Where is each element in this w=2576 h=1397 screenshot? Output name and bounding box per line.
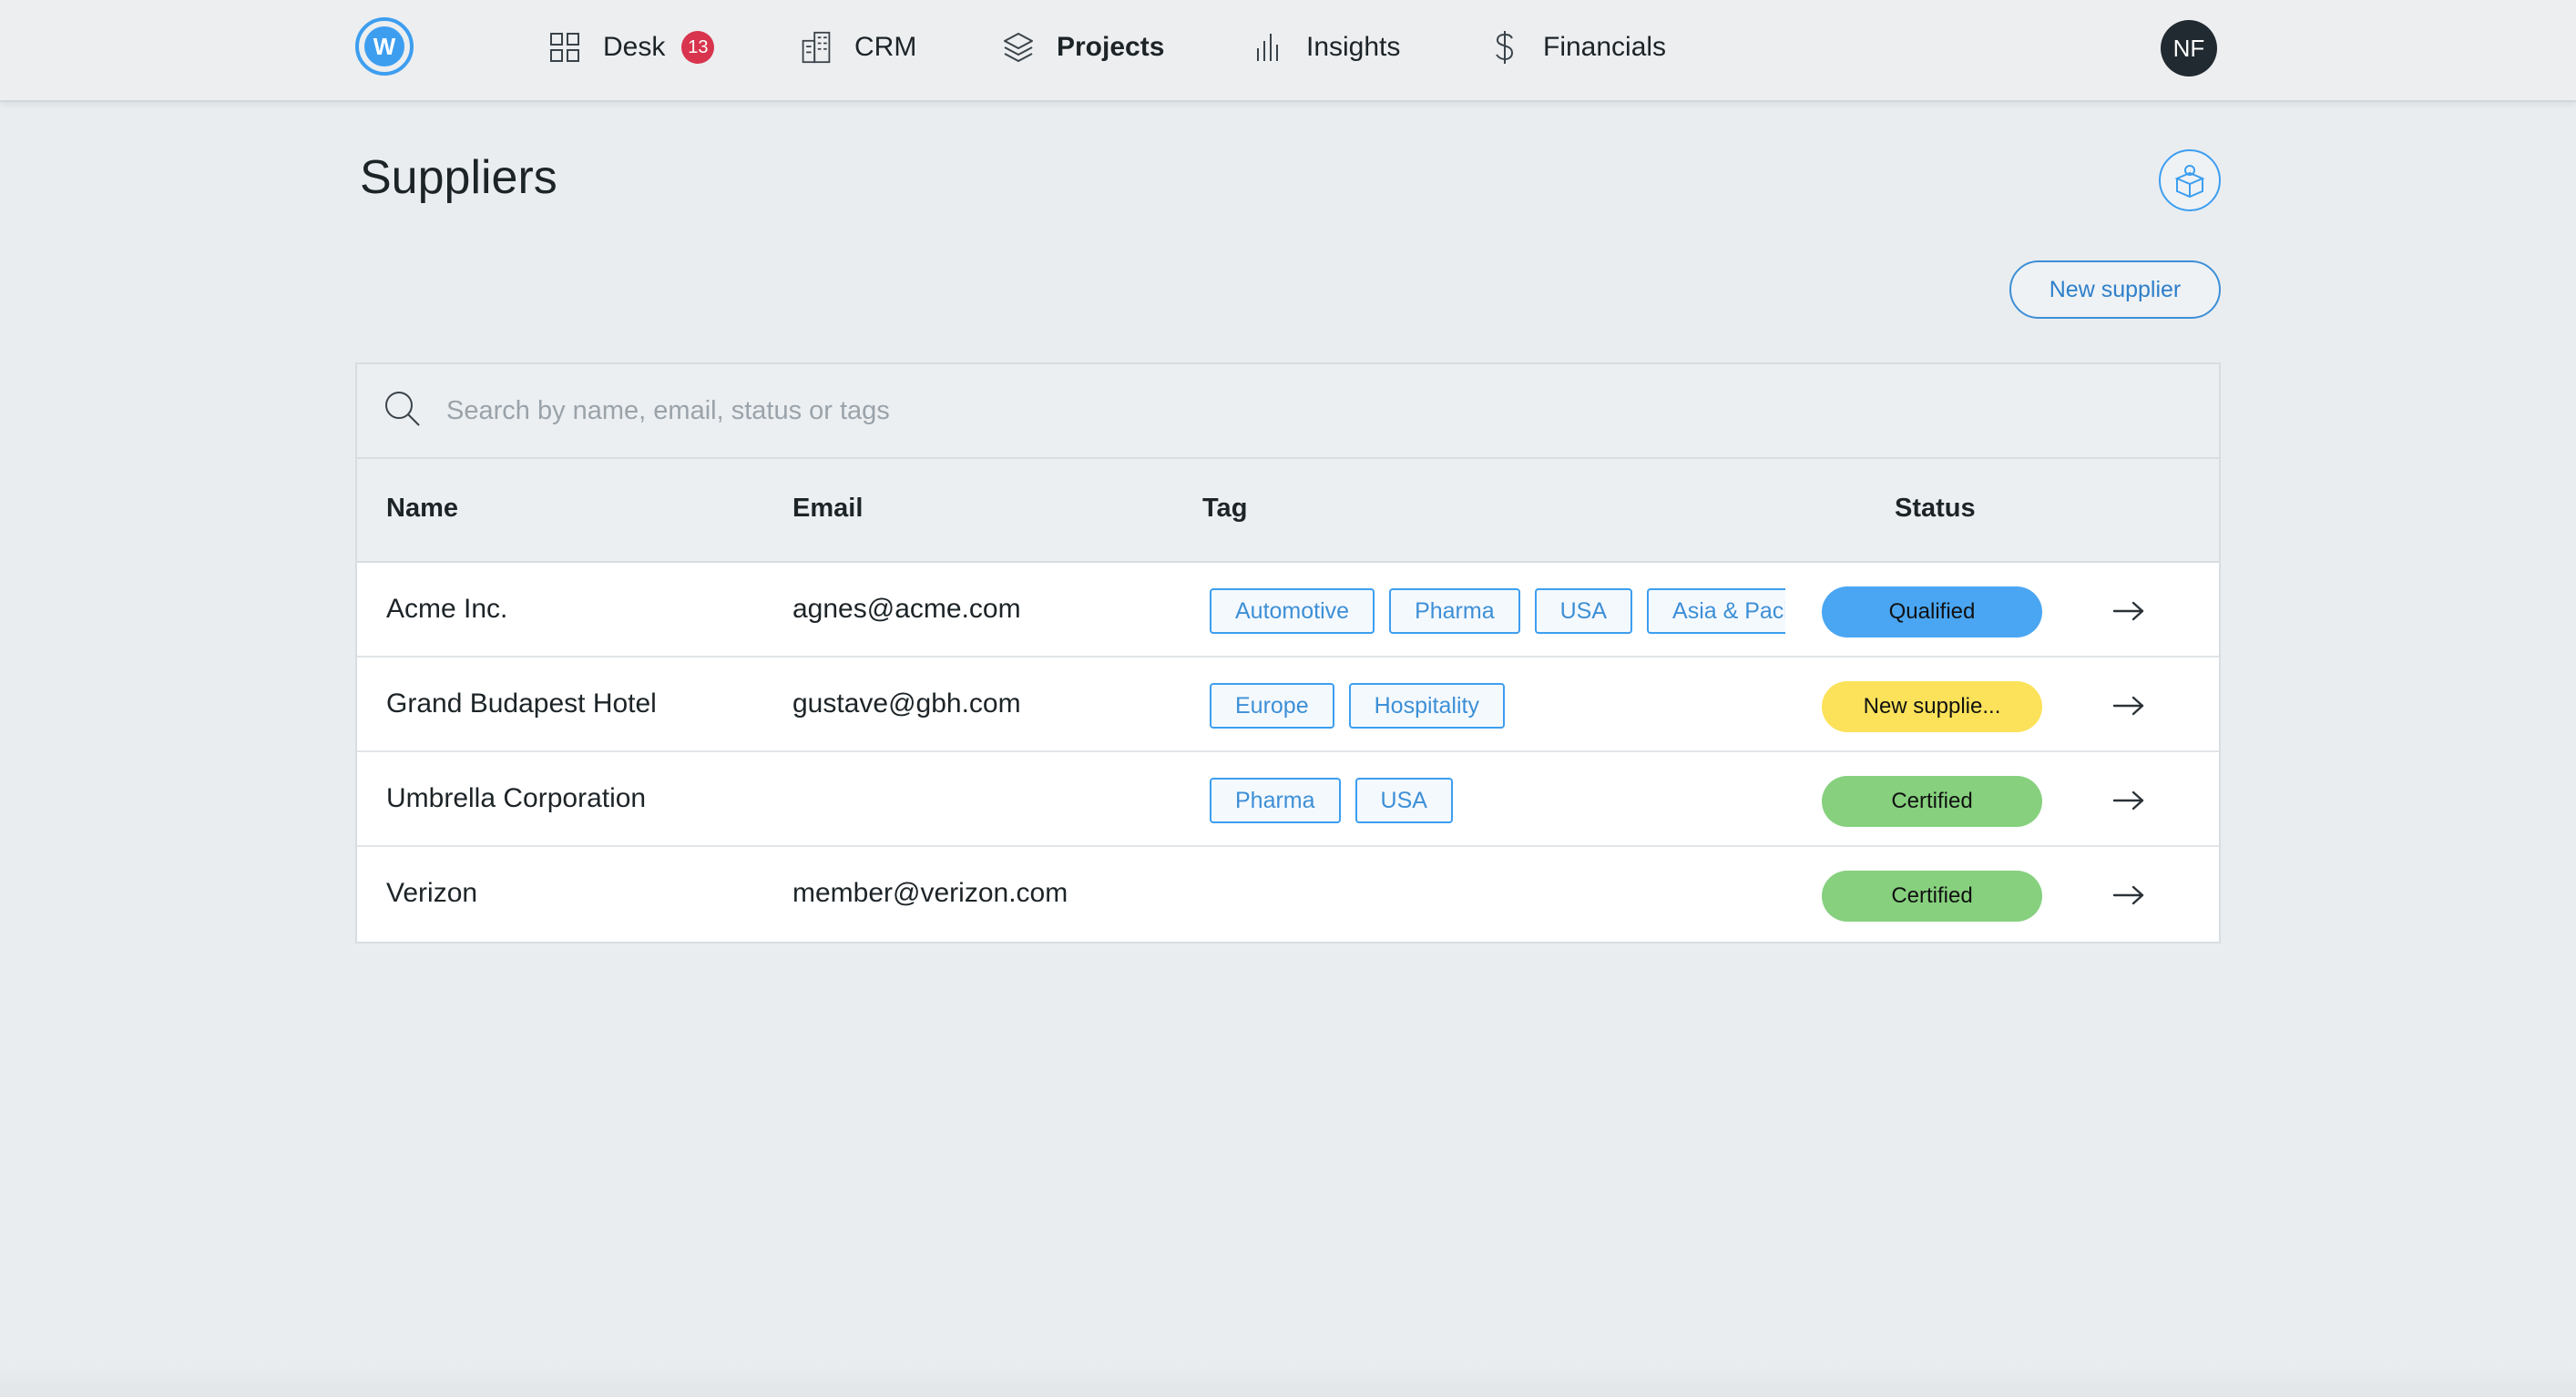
layers-icon — [1002, 31, 1035, 64]
suppliers-panel: Name Email Tag Status Acme Inc. agnes@acm… — [355, 362, 2221, 943]
supplier-name: Umbrella Corporation — [386, 783, 647, 813]
nav-label-financials: Financials — [1543, 32, 1667, 62]
supplier-email: member@verizon.com — [792, 878, 1068, 908]
column-header-email[interactable]: Email — [792, 494, 863, 524]
search-icon — [383, 389, 423, 433]
supplier-email: gustave@gbh.com — [792, 688, 1021, 719]
nav-item-insights[interactable]: Insights — [1252, 25, 1400, 69]
tag-list: Automotive Pharma USA Asia & Pacific — [1210, 588, 1785, 634]
tag-chip[interactable]: USA — [1354, 778, 1453, 823]
column-header-tag[interactable]: Tag — [1202, 494, 1247, 524]
status-badge: Certified — [1822, 776, 2042, 827]
table-row[interactable]: Verizon member@verizon.com Certified — [357, 847, 2219, 942]
nav-label-crm: CRM — [854, 32, 917, 62]
supplier-name: Grand Budapest Hotel — [386, 688, 657, 719]
status-badge: New supplie... — [1822, 681, 2042, 732]
status-badge: Qualified — [1822, 586, 2042, 637]
nav-label-desk: Desk — [603, 32, 666, 62]
user-avatar[interactable]: NF — [2161, 20, 2217, 76]
app-logo[interactable]: W — [355, 17, 414, 76]
arrow-right-icon[interactable] — [2110, 592, 2148, 630]
tag-list: Pharma USA — [1210, 778, 1785, 823]
tag-chip[interactable]: Automotive — [1210, 588, 1375, 634]
import-suppliers-button[interactable] — [2159, 149, 2221, 211]
top-nav-bar: W Desk 13 CRM Projects Insights Financia… — [0, 0, 2576, 102]
logo-icon: W — [364, 26, 404, 66]
status-badge: Certified — [1822, 871, 2042, 922]
table-row[interactable]: Acme Inc. agnes@acme.com Automotive Pharma U… — [357, 563, 2219, 658]
arrow-right-icon[interactable] — [2110, 687, 2148, 725]
nav-label-insights: Insights — [1306, 32, 1401, 62]
bar-chart-icon — [1252, 31, 1284, 64]
svg-text:W: W — [373, 33, 396, 60]
tag-chip[interactable]: Hospitality — [1348, 683, 1505, 729]
nav-item-projects[interactable]: Projects — [1002, 25, 1164, 69]
search-bar — [357, 364, 2219, 459]
search-input[interactable] — [446, 395, 2086, 426]
arrow-right-icon[interactable] — [2110, 781, 2148, 820]
grid-icon — [548, 31, 581, 64]
nav-item-desk[interactable]: Desk 13 — [548, 25, 715, 69]
new-supplier-button[interactable]: New supplier — [2009, 260, 2221, 319]
page-title: Suppliers — [360, 151, 557, 204]
nav-label-projects: Projects — [1057, 32, 1165, 62]
tag-chip[interactable]: Asia & Pacific — [1647, 588, 1785, 634]
building-icon — [800, 31, 833, 64]
arrow-right-icon[interactable] — [2110, 876, 2148, 914]
supplier-name: Verizon — [386, 878, 478, 908]
tag-chip[interactable]: Europe — [1210, 683, 1334, 729]
column-header-status[interactable]: Status — [1895, 494, 1976, 524]
tag-chip[interactable]: Pharma — [1210, 778, 1341, 823]
table-header: Name Email Tag Status — [357, 459, 2219, 563]
notification-badge: 13 — [681, 31, 715, 64]
tag-chip[interactable]: Pharma — [1389, 588, 1520, 634]
nav-item-financials[interactable]: Financials — [1488, 25, 1666, 69]
dollar-icon — [1488, 31, 1521, 64]
table-row[interactable]: Umbrella Corporation Pharma USA Certified — [357, 752, 2219, 847]
supplier-name: Acme Inc. — [386, 594, 508, 624]
column-header-name[interactable]: Name — [386, 494, 458, 524]
page-bottom-edge — [0, 1361, 2576, 1397]
tag-list: Europe Hospitality — [1210, 683, 1785, 729]
box-user-icon — [2174, 165, 2205, 199]
tag-chip[interactable]: USA — [1534, 588, 1633, 634]
nav-item-crm[interactable]: CRM — [800, 25, 916, 69]
table-body: Acme Inc. agnes@acme.com Automotive Pharma U… — [357, 563, 2219, 942]
table-row[interactable]: Grand Budapest Hotel gustave@gbh.com Europ… — [357, 658, 2219, 752]
supplier-email: agnes@acme.com — [792, 594, 1021, 624]
tag-list — [1210, 872, 1785, 918]
